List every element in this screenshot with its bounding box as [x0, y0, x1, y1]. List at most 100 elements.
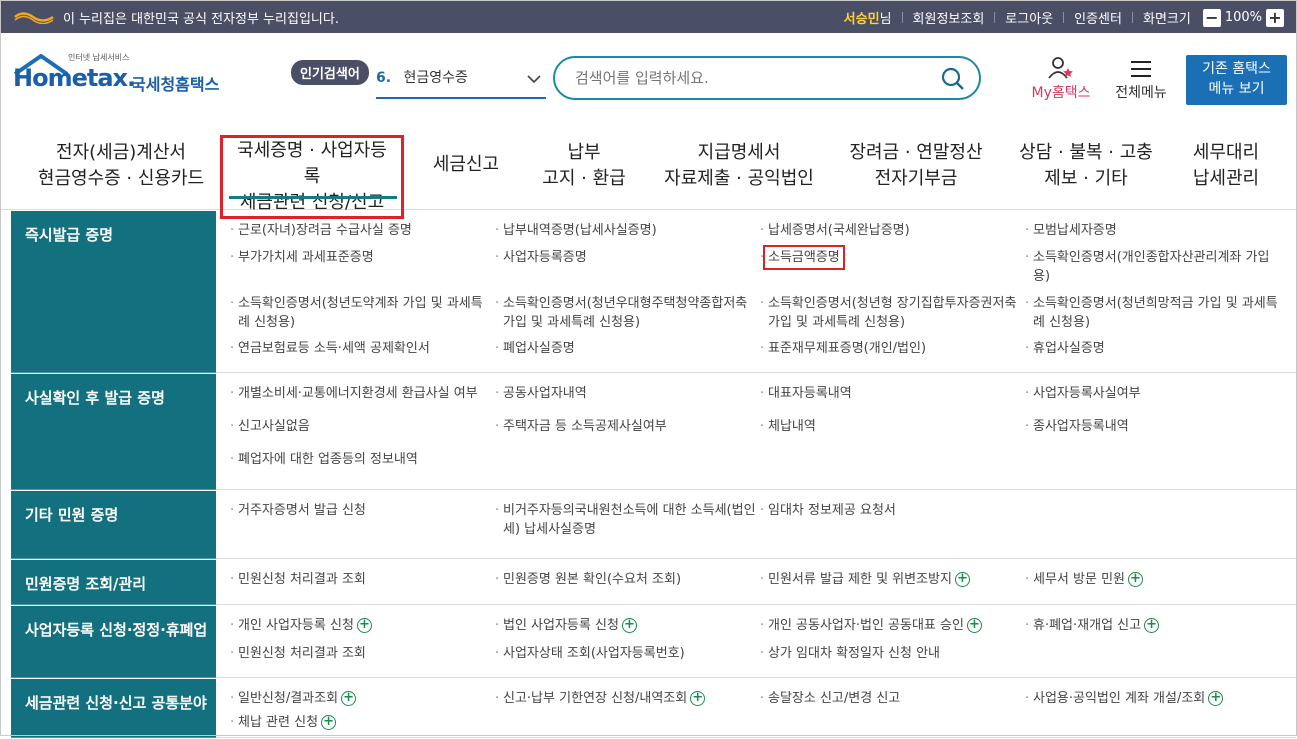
gnb-payment-statement[interactable]: 지급명세서 자료제출 · 공익법인	[659, 140, 819, 192]
menu-item-label: 거주자증명서 발급 신청	[238, 503, 366, 518]
menu-item-label: 개인 사업자등록 신청	[238, 618, 354, 633]
menu-item[interactable]: 부가가치세 과세표준증명	[226, 248, 491, 289]
menu-item-income-amount-certificate[interactable]: 소득금액증명	[756, 244, 1021, 289]
menu-item[interactable]: 개인 사업자등록 신청+	[226, 616, 491, 639]
divider	[1063, 12, 1065, 23]
brand-subtitle: 국세청홈택스	[131, 75, 220, 94]
menu-item[interactable]: 사업자상태 조회(사업자등록번호)	[491, 644, 756, 667]
gnb-label: 납세관리	[1192, 168, 1260, 189]
menu-item-label: 사업자상태 조회(사업자등록번호)	[503, 645, 685, 661]
menu-item[interactable]: 납세증명서(국세완납증명)	[756, 221, 1021, 243]
user-name[interactable]: 서승민	[844, 8, 880, 27]
zoom-in-button[interactable]: +	[1266, 8, 1284, 27]
gnb-tax-certificate[interactable]: 국세증명 · 사업자등록 세금관련 신청/신고	[220, 135, 404, 219]
menu-item[interactable]: 사업자등록사실여부	[1021, 384, 1286, 412]
gnb-consultation[interactable]: 상담 · 불복 · 고충 제보 · 기타	[1011, 140, 1161, 192]
menu-item[interactable]: 소득확인증명서(청년희망적금 가입 및 과세특례 신청용)	[1021, 294, 1286, 335]
menu-item[interactable]: 대표자등록내역	[756, 384, 1021, 412]
gnb-incentive[interactable]: 장려금 · 연말정산 전자기부금	[841, 140, 991, 192]
expand-plus-icon[interactable]: +	[966, 618, 982, 633]
menu-item[interactable]: 휴·폐업·재개업 신고+	[1021, 616, 1286, 639]
menu-item[interactable]: 표준재무제표증명(개인/법인)	[756, 339, 1021, 361]
menu-item[interactable]: 신고사실없음	[226, 417, 491, 445]
menu-item[interactable]: 사업용·공익법인 계좌 개설/조회+	[1021, 689, 1286, 708]
search-icon[interactable]	[941, 67, 965, 91]
old-hometax-menu-button[interactable]: 기존 홈택스 메뉴 보기	[1186, 55, 1287, 105]
menu-item[interactable]: 소득확인증명서(청년우대형주택청약종합저축 가입 및 과세특례 신청용)	[491, 294, 756, 335]
section-items: 민원신청 처리결과 조회 민원증명 원본 확인(수요처 조회) 민원서류 발급 …	[216, 560, 1296, 605]
old-menu-line2: 메뉴 보기	[1208, 81, 1265, 97]
my-hometax-link[interactable]: My홈택스	[1026, 56, 1096, 102]
popular-search-select[interactable]: 6. 현금영수증	[376, 67, 546, 99]
section-title: 세금관련 신청·신고 공통분야	[11, 679, 216, 738]
menu-item[interactable]: 휴업사실증명	[1021, 339, 1286, 361]
menu-item-label: 폐업자에 대한 업종등의 정보내역	[238, 452, 418, 467]
menu-item-label: 근로(자녀)장려금 수급사실 증명	[238, 223, 412, 238]
expand-plus-icon[interactable]: +	[1128, 572, 1143, 587]
menu-item[interactable]: 법인 사업자등록 신청+	[491, 616, 756, 639]
menu-item-label: 대표자등록내역	[768, 386, 852, 401]
menu-item-label: 소득확인증명서(청년우대형주택청약종합저축 가입 및 과세특례 신청용)	[503, 295, 748, 330]
menu-item[interactable]: 민원신청 처리결과 조회	[226, 570, 491, 593]
menu-item[interactable]: 소득확인증명서(개인종합자산관리계좌 가입용)	[1021, 248, 1286, 289]
expand-plus-icon[interactable]: +	[356, 618, 372, 633]
menu-item[interactable]: 민원신청 처리결과 조회	[226, 644, 491, 667]
menu-item-label: 소득확인증명서(청년형 장기집합투자증권저축 가입 및 과세특례 신청용)	[768, 295, 1017, 330]
menu-item[interactable]: 폐업자에 대한 업종등의 정보내역	[226, 450, 491, 478]
expand-plus-icon[interactable]: +	[321, 715, 337, 730]
search-input[interactable]	[573, 66, 933, 90]
brand-name: Hometax.	[13, 64, 136, 92]
all-menu-button[interactable]: 전체메뉴	[1109, 56, 1173, 102]
menu-item[interactable]: 거주자증명서 발급 신청	[226, 501, 491, 547]
menu-item[interactable]: 개별소비세·교통에너지환경세 환급사실 여부	[226, 384, 491, 412]
menu-item-label: 표준재무제표증명(개인/법인)	[768, 341, 927, 357]
gnb-label: 고지 · 환급	[542, 168, 626, 189]
menu-item[interactable]: 연금보험료등 소득·세액 공제확인서	[226, 339, 491, 361]
menu-item[interactable]: 민원증명 원본 확인(수요처 조회)	[491, 570, 756, 593]
menu-item[interactable]: 체납내역	[756, 417, 1021, 445]
menu-item[interactable]: 민원서류 발급 제한 및 위변조방지+	[756, 570, 1021, 593]
expand-plus-icon[interactable]: +	[621, 618, 637, 633]
menu-item[interactable]: 종사업자등록내역	[1021, 417, 1286, 445]
expand-plus-icon[interactable]: +	[1144, 618, 1160, 633]
user-suffix: 님	[879, 12, 892, 27]
expand-plus-icon[interactable]: +	[1208, 691, 1224, 706]
menu-item[interactable]: 근로(자녀)장려금 수급사실 증명	[226, 221, 491, 243]
menu-item[interactable]: 신고·납부 기한연장 신청/내역조회+	[491, 689, 756, 708]
section-business-registration: 사업자등록 신청·정정·휴폐업 개인 사업자등록 신청+ 법인 사업자등록 신청…	[11, 606, 1296, 679]
zoom-out-button[interactable]: −	[1202, 8, 1221, 27]
menu-item[interactable]: 비거주자등의국내원천소득에 대한 소득세(법인세) 납세사실증명	[491, 501, 756, 547]
cert-center-link[interactable]: 인증센터	[1074, 8, 1122, 27]
gnb-payment[interactable]: 납부 고지 · 환급	[529, 140, 639, 192]
gnb-label: 상담 · 불복 · 고충	[1019, 142, 1153, 163]
expand-plus-icon[interactable]: +	[341, 691, 357, 706]
expand-plus-icon[interactable]: +	[690, 691, 706, 706]
menu-item[interactable]: 체납 관련 신청+	[226, 713, 491, 732]
menu-item-label: 민원서류 발급 제한 및 위변조방지	[768, 572, 952, 587]
menu-item[interactable]: 폐업사실증명	[491, 339, 756, 361]
menu-item[interactable]: 주택자금 등 소득공제사실여부	[491, 417, 756, 445]
menu-item[interactable]: 임대차 정보제공 요청서	[756, 501, 1021, 547]
menu-item[interactable]: 송달장소 신고/변경 신고	[756, 689, 1021, 708]
menu-item[interactable]: 상가 임대차 확정일자 신청 안내	[756, 644, 1021, 667]
menu-item[interactable]: 개인 공동사업자·법인 공동대표 승인+	[756, 616, 1021, 639]
menu-item[interactable]: 소득확인증명서(청년도약계좌 가입 및 과세특례 신청용)	[226, 294, 491, 335]
menu-item[interactable]: 소득확인증명서(청년형 장기집합투자증권저축 가입 및 과세특례 신청용)	[756, 294, 1021, 335]
menu-item-label: 폐업사실증명	[503, 341, 575, 357]
gnb-label: 제보 · 기타	[1044, 168, 1128, 189]
gnb-tax-agent[interactable]: 세무대리 납세관리	[1181, 140, 1271, 192]
gnb-tax-return[interactable]: 세금신고	[421, 152, 511, 178]
menu-item[interactable]: 납부내역증명(납세사실증명)	[491, 221, 756, 243]
menu-item[interactable]: 세무서 방문 민원+	[1021, 570, 1286, 593]
menu-item[interactable]: 모범납세자증명	[1021, 221, 1286, 243]
gnb-e-invoice[interactable]: 전자(세금)계산서 현금영수증 · 신용카드	[31, 140, 211, 192]
section-items: 거주자증명서 발급 신청 비거주자등의국내원천소득에 대한 소득세(법인세) 납…	[216, 491, 1296, 559]
menu-item[interactable]: 일반신청/결과조회+	[226, 689, 491, 708]
member-info-link[interactable]: 회원정보조회	[913, 8, 985, 27]
menu-item[interactable]: 사업자등록증명	[491, 248, 756, 289]
expand-plus-icon[interactable]: +	[954, 572, 970, 587]
menu-item[interactable]: 공동사업자내역	[491, 384, 756, 412]
menu-item-label: 사업용·공익법인 계좌 개설/조회	[1033, 691, 1206, 706]
menu-item-label: 비거주자등의국내원천소득에 대한 소득세(법인세) 납세사실증명	[503, 503, 756, 537]
logout-link[interactable]: 로그아웃	[1005, 8, 1053, 27]
